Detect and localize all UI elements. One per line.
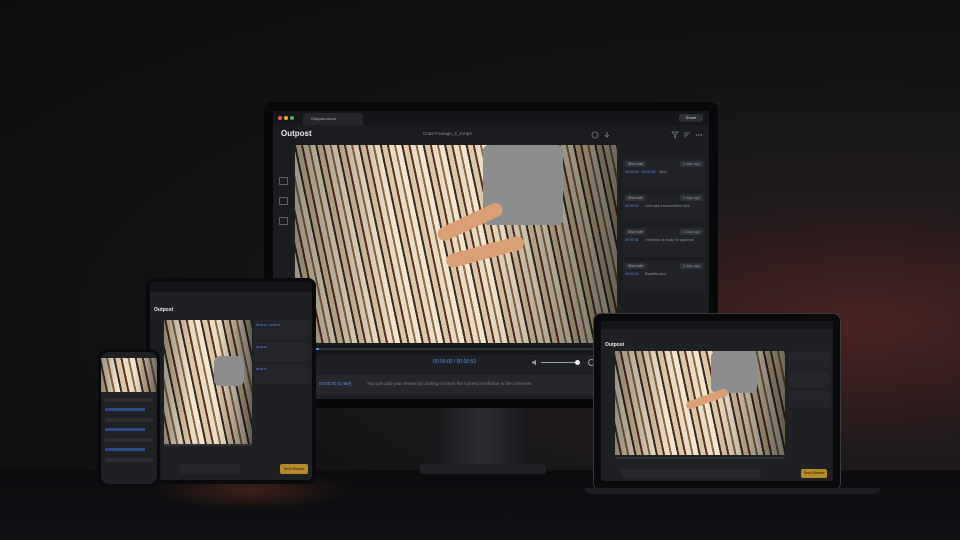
- tablet-video[interactable]: [164, 320, 252, 444]
- comment-chip: Shot note: [625, 161, 646, 167]
- comment-chip: Shot note: [625, 229, 646, 235]
- laptop-comment-card[interactable]: [789, 351, 829, 367]
- timecode: 00:00:00 / 00:00:52: [433, 359, 477, 365]
- browser-tabbar: Outpost.cloud Share: [273, 111, 709, 125]
- comment-time[interactable]: 00:00:18 - 00:00:18: [625, 170, 655, 174]
- laptop-tabbar: [601, 321, 833, 329]
- comment-date: 2 days ago: [679, 161, 703, 167]
- users-icon[interactable]: [279, 217, 288, 225]
- laptop-screen: Outpost Send Review: [601, 321, 833, 481]
- minimize-dot[interactable]: [284, 116, 288, 120]
- player-controls: 00:00:00 / 00:00:52: [295, 355, 617, 371]
- download-icon[interactable]: [603, 131, 611, 139]
- laptop-device: Outpost Send Review: [593, 313, 841, 491]
- laptop-base: [585, 488, 881, 494]
- phone-screen: [101, 352, 157, 484]
- comment-date: 2 days ago: [679, 195, 703, 201]
- comment-chip: Shot note: [625, 195, 646, 201]
- comment-timestamp[interactable]: 00:00:00 [Crate]: [319, 381, 351, 386]
- tablet-screen: Outpost 00:00:18 - 00:00:18 00:00:22 00:…: [150, 282, 312, 480]
- tablet-tabbar: [150, 282, 312, 292]
- phone-list-item[interactable]: [105, 408, 145, 411]
- phone-list-item[interactable]: [105, 428, 145, 431]
- video-arm: [684, 387, 730, 411]
- laptop-comment-card[interactable]: [789, 371, 829, 387]
- comment-card[interactable]: Shot note 2 days ago 00:00:18 - 00:00:18…: [623, 159, 705, 189]
- comment-time[interactable]: 00:00:31: [625, 238, 639, 242]
- tablet-send-button[interactable]: Send Review: [280, 464, 308, 474]
- laptop-timeline[interactable]: [615, 457, 785, 459]
- volume-slider[interactable]: [541, 362, 577, 363]
- tablet-comment-card[interactable]: 00:00:18 - 00:00:18: [254, 320, 308, 340]
- comment-time[interactable]: 00:00:31: [256, 367, 267, 371]
- laptop-send-button[interactable]: Send Review: [801, 469, 827, 478]
- laptop-video[interactable]: [615, 351, 785, 455]
- tablet-comment-card[interactable]: 00:00:31: [254, 364, 308, 384]
- tablet-comment-card[interactable]: 00:00:22: [254, 342, 308, 362]
- timeline-track[interactable]: [295, 348, 617, 350]
- browser-tab[interactable]: Outpost.cloud: [303, 113, 363, 125]
- comment-date: 2 days ago: [679, 229, 703, 235]
- comment-card[interactable]: Shot note 2 days ago 00:00:41 Beautiful …: [623, 261, 705, 291]
- sort-icon[interactable]: [683, 131, 691, 139]
- comment-time[interactable]: 00:00:22: [256, 345, 267, 349]
- phone-device: [98, 349, 160, 487]
- close-dot[interactable]: [278, 116, 282, 120]
- video-subject: [711, 351, 757, 393]
- folder-icon[interactable]: [279, 177, 288, 185]
- monitor-stand: [440, 408, 524, 470]
- comment-time[interactable]: 00:00:22: [625, 204, 639, 208]
- comment-text: I think this is ready for approval: [645, 238, 694, 242]
- phone-list-item[interactable]: [105, 458, 153, 462]
- monitor-stand-base: [420, 464, 546, 474]
- volume-knob[interactable]: [575, 360, 580, 365]
- laptop-logo[interactable]: Outpost: [605, 342, 624, 348]
- info-icon[interactable]: [591, 131, 599, 139]
- volume-icon[interactable]: [531, 359, 539, 366]
- phone-list-item[interactable]: [105, 398, 153, 402]
- tablet-comment-input[interactable]: [180, 464, 240, 474]
- outpost-logo[interactable]: Outpost: [281, 129, 312, 138]
- comment-placeholder: You can add your review by clicking to i…: [367, 381, 532, 386]
- comment-date: 2 days ago: [679, 263, 703, 269]
- phone-list-item[interactable]: [105, 448, 145, 451]
- comment-card[interactable]: Shot note 2 days ago 00:00:31 I think th…: [623, 227, 705, 257]
- comment-time[interactable]: 00:00:41: [625, 272, 639, 276]
- comment-time[interactable]: 00:00:18 - 00:00:18: [256, 323, 280, 327]
- comment-text: Let's add a sound effect here: [645, 204, 690, 208]
- files-icon[interactable]: [279, 197, 288, 205]
- tablet-device: Outpost 00:00:18 - 00:00:18 00:00:22 00:…: [146, 278, 316, 484]
- comment-text: Beautiful shot: [645, 272, 667, 276]
- comment-input[interactable]: 00:00:00 [Crate] You can add your review…: [313, 375, 599, 395]
- app-header: Outpost Crate Footage_2_3.mp4: [273, 125, 709, 145]
- more-icon[interactable]: [695, 131, 703, 139]
- video-arm: [444, 234, 526, 270]
- video-subject: [214, 356, 244, 386]
- laptop-comment-input[interactable]: [621, 469, 761, 478]
- comment-text: Nice!: [659, 170, 667, 174]
- comment-card[interactable]: Shot note 2 days ago 00:00:22 Let's add …: [623, 193, 705, 223]
- timeline[interactable]: [295, 343, 617, 355]
- filter-icon[interactable]: [671, 131, 679, 139]
- comment-chip: Shot note: [625, 263, 646, 269]
- phone-list-item[interactable]: [105, 438, 153, 442]
- tablet-timeline[interactable]: [164, 444, 252, 446]
- laptop-comment-card[interactable]: [789, 391, 829, 407]
- tablet-logo[interactable]: Outpost: [154, 307, 173, 313]
- maximize-dot[interactable]: [290, 116, 294, 120]
- share-button[interactable]: Share: [679, 114, 703, 122]
- file-name: Crate Footage_2_3.mp4: [423, 131, 472, 136]
- phone-video[interactable]: [101, 358, 157, 392]
- phone-list-item[interactable]: [105, 418, 153, 422]
- video-player[interactable]: [295, 145, 617, 343]
